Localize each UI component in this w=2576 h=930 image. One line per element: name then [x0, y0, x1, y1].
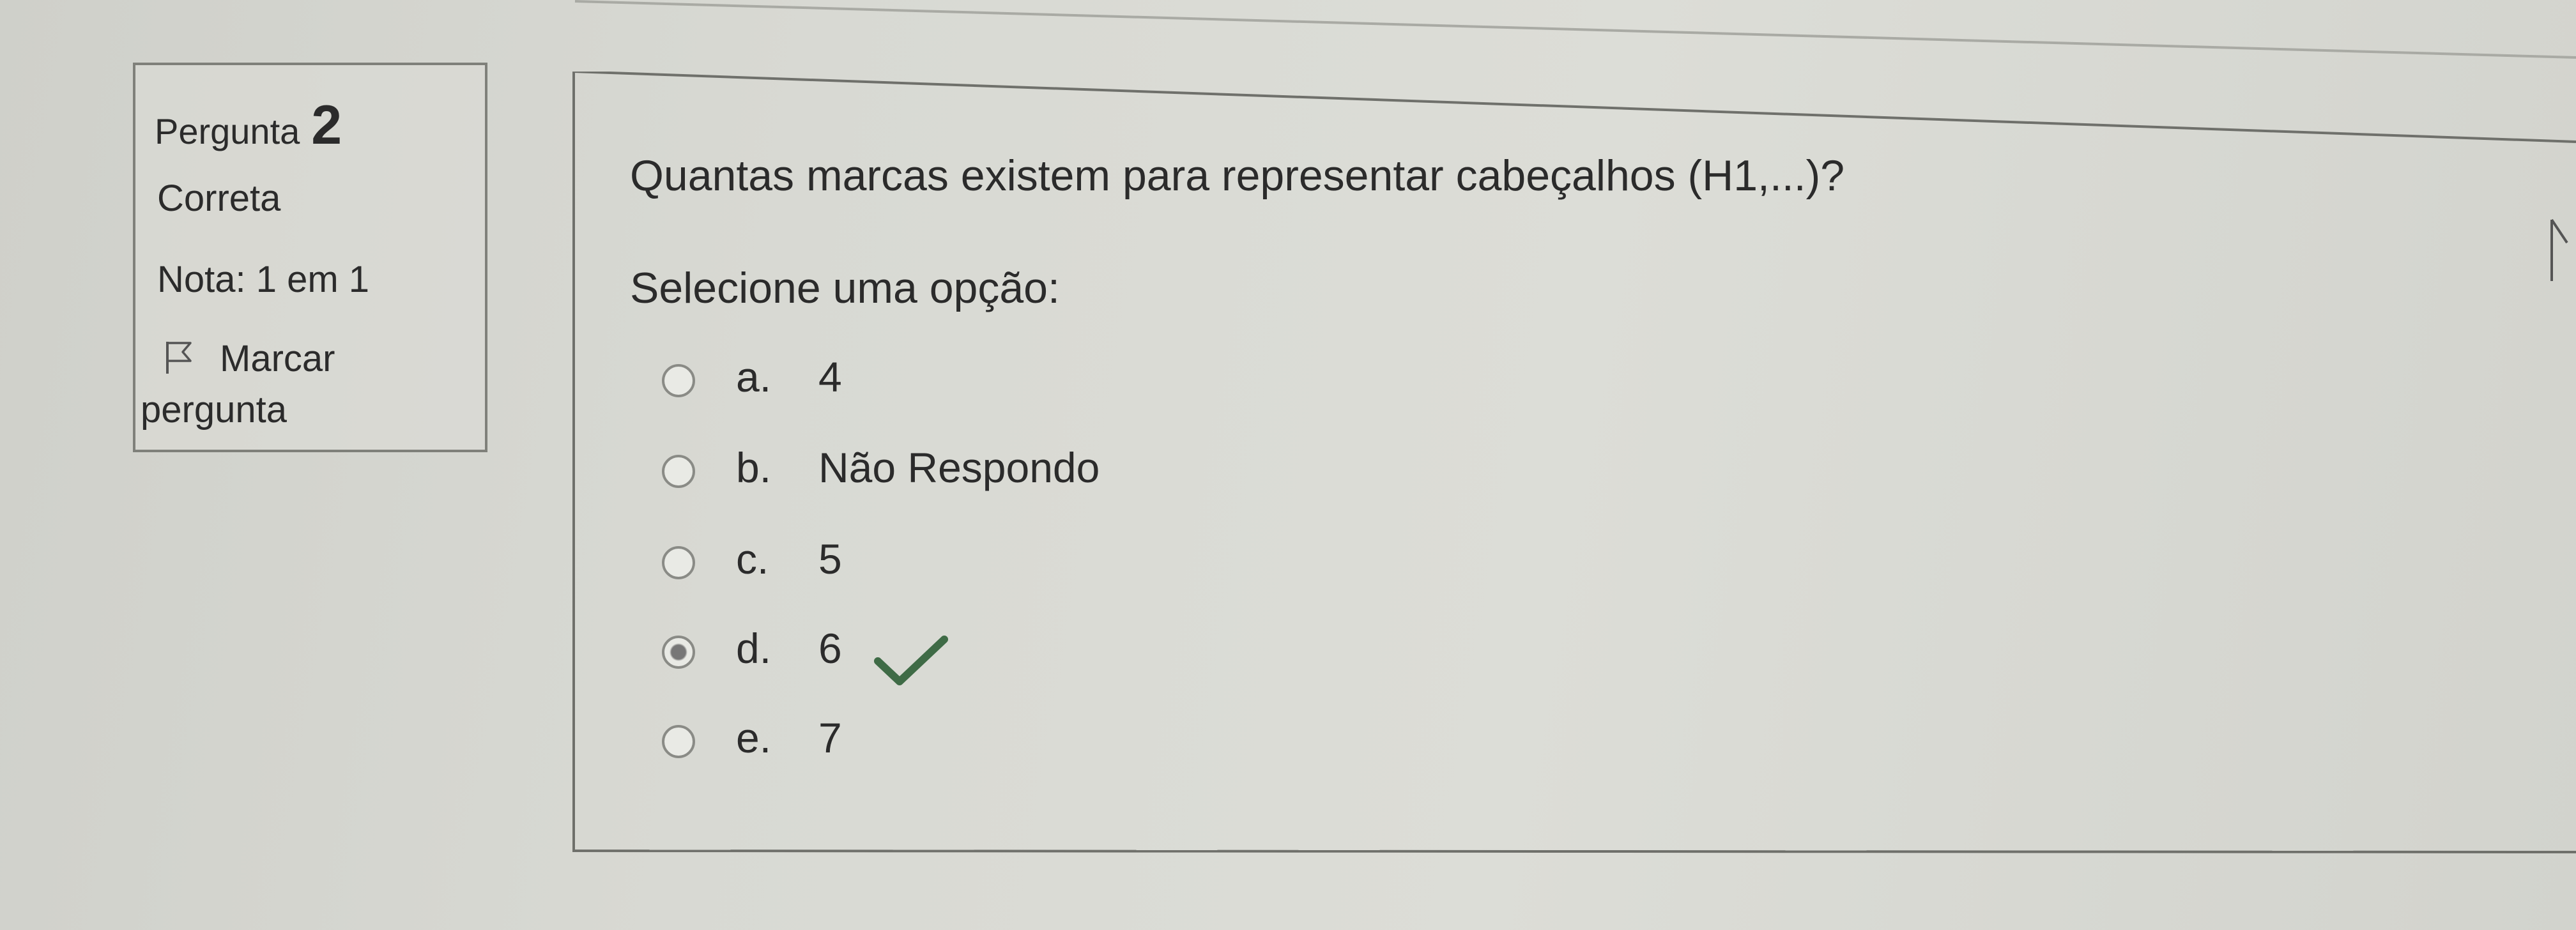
question-text: Quantas marcas existem para representar …: [630, 151, 1845, 200]
answer-letter: a.: [736, 353, 772, 400]
question-state: Correta: [157, 178, 281, 219]
question-info-panel: Pergunta 2 Correta Nota: 1 em 1 Marcar pe…: [133, 63, 487, 452]
checkmark-icon: [874, 636, 948, 685]
select-option-prompt: Selecione uma opção:: [630, 264, 1060, 312]
question-label: Pergunta: [155, 111, 300, 151]
answer-option-b[interactable]: b. Não Respondo: [662, 443, 1429, 507]
answer-text: 5: [818, 535, 842, 583]
answer-radio[interactable]: [662, 455, 695, 488]
answer-radio[interactable]: [662, 725, 695, 758]
answer-text: 6: [818, 625, 842, 672]
answer-radio[interactable]: [662, 364, 695, 397]
flag-label-continued: pergunta: [141, 389, 287, 431]
answer-option-e[interactable]: e. 7: [662, 713, 1429, 777]
flag-question-link[interactable]: Marcar pergunta: [141, 333, 470, 436]
answer-text: 4: [818, 353, 842, 400]
flag-label: Marcar: [220, 338, 335, 379]
answer-letter: e.: [736, 714, 772, 761]
answer-letter: c.: [736, 535, 769, 583]
answer-radio-selected[interactable]: [662, 636, 695, 669]
answer-text: Não Respondo: [818, 444, 1100, 491]
answer-option-a[interactable]: a. 4: [662, 353, 1429, 416]
question-number: 2: [311, 95, 342, 156]
question-content: Quantas marcas existem para representar …: [572, 72, 2576, 854]
answer-letter: d.: [736, 625, 772, 672]
answer-text: 7: [818, 714, 842, 761]
answer-option-c[interactable]: c. 5: [662, 535, 1429, 598]
question-grade: Nota: 1 em 1: [157, 259, 370, 300]
flag-icon: [166, 342, 192, 374]
answer-radio[interactable]: [662, 546, 695, 579]
answer-option-d[interactable]: d. 6: [662, 624, 1429, 688]
edge-marker: [2550, 218, 2568, 281]
answer-letter: b.: [736, 444, 772, 491]
question-number-line: Pergunta 2: [155, 94, 342, 157]
